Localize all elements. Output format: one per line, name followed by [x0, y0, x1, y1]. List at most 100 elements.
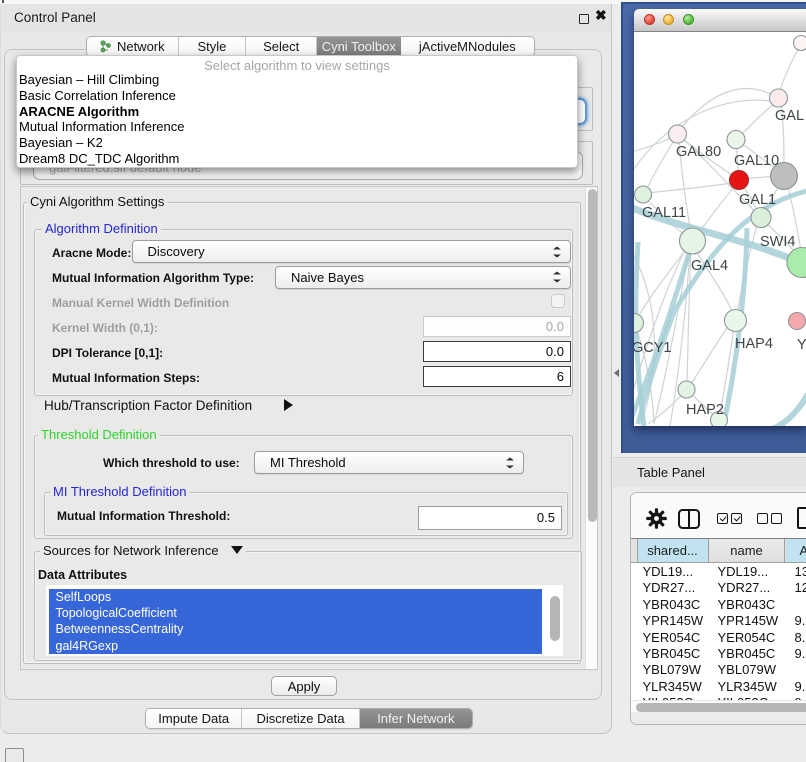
mi-type-combobox[interactable]: Naive Bayes — [275, 266, 571, 289]
attribute-list-item[interactable]: TopologicalCoefficient — [49, 605, 542, 621]
table-hscrollbar-thumb[interactable] — [636, 703, 806, 712]
table-cell[interactable]: YER054C — [643, 630, 709, 646]
network-node[interactable] — [770, 89, 788, 107]
table-cell[interactable]: YER054C — [718, 630, 784, 646]
table-row[interactable]: YLR345W YLR345W 9. — [631, 679, 806, 695]
panel-collapse-arrow-icon[interactable] — [614, 369, 619, 377]
network-node[interactable] — [635, 186, 652, 203]
mac-zoom-icon[interactable] — [683, 14, 694, 25]
column-header-name[interactable]: name — [710, 539, 785, 562]
mac-close-icon[interactable] — [644, 14, 655, 25]
dropdown-item[interactable]: Bayesian – Hill Climbing — [17, 72, 577, 88]
hub-definition-label[interactable]: Hub/Transcription Factor Definition — [44, 398, 252, 413]
kernel-width-field[interactable]: 0.0 — [423, 316, 571, 337]
network-node[interactable] — [634, 314, 644, 333]
corner-button[interactable] — [5, 748, 24, 762]
manual-kernel-checkbox[interactable] — [551, 294, 565, 308]
dropdown-item[interactable]: Mutual Information Inference — [17, 119, 577, 135]
dropdown-item[interactable]: Basic Correlation Inference — [17, 88, 577, 104]
float-window-icon[interactable] — [579, 14, 589, 24]
attribute-list-item[interactable]: BetweennessCentrality — [49, 621, 542, 637]
table-cell[interactable]: 9. — [795, 613, 806, 629]
dropdown-item[interactable]: Bayesian – K2 — [17, 135, 577, 151]
network-node[interactable] — [727, 131, 745, 149]
table-row[interactable]: YBL079W YBL079W — [631, 662, 806, 678]
mi-steps-field[interactable]: 6 — [423, 366, 571, 387]
dropdown-item[interactable]: Dream8 DC_TDC Algorithm — [17, 151, 577, 167]
settings-scrollbar-thumb[interactable] — [588, 189, 597, 522]
table-row[interactable]: YDL19... YDL19... 13 — [631, 564, 806, 580]
table-row[interactable]: YDR27... YDR27... 12 — [631, 580, 806, 596]
network-edge[interactable] — [645, 137, 676, 193]
column-header-third[interactable]: A — [786, 539, 806, 562]
table-cell[interactable]: YLR345W — [718, 679, 784, 695]
table-cell[interactable]: YDL19... — [718, 564, 784, 580]
table-cell[interactable]: 8. — [795, 630, 806, 646]
gear-icon[interactable] — [646, 508, 667, 529]
column-header-shared-name[interactable]: shared... — [637, 539, 709, 562]
checked-checkbox-icon[interactable] — [717, 513, 728, 524]
network-node[interactable] — [751, 208, 771, 228]
mac-minimize-icon[interactable] — [663, 14, 674, 25]
table-row[interactable]: YBR043C YBR043C — [631, 597, 806, 613]
tab-impute-data[interactable]: Impute Data — [146, 709, 242, 728]
tab-select[interactable]: Select — [246, 37, 317, 56]
table-hscrollbar-track[interactable] — [631, 700, 806, 712]
attribute-list-item[interactable]: gal4RGexp — [49, 638, 542, 654]
table-cell[interactable]: YBL079W — [718, 662, 784, 678]
network-edge-thick[interactable] — [638, 190, 806, 424]
table-cell[interactable]: YBR045C — [643, 646, 709, 662]
table-cell[interactable]: 9. — [795, 646, 806, 662]
table-cell[interactable]: YDR27... — [718, 580, 784, 596]
unchecked-checkbox-icon[interactable] — [771, 513, 782, 524]
aracne-mode-combobox[interactable]: Discovery — [132, 240, 571, 263]
network-node[interactable] — [678, 381, 695, 398]
table-row[interactable]: YER054C YER054C 8. — [631, 630, 806, 646]
dropdown-item[interactable]: ARACNE Algorithm — [17, 104, 577, 120]
table-cell[interactable]: 9. — [795, 679, 806, 695]
network-node[interactable] — [725, 310, 747, 332]
which-threshold-combobox[interactable]: MI Threshold — [254, 451, 524, 474]
network-node[interactable] — [794, 36, 806, 51]
table-cell[interactable]: 12 — [795, 580, 806, 596]
attribute-list-item[interactable]: SelfLoops — [49, 589, 542, 605]
tab-network[interactable]: Network — [87, 37, 179, 56]
table-cell[interactable]: YBR043C — [643, 597, 709, 613]
document-icon[interactable] — [797, 507, 806, 529]
tab-cyni-toolbox[interactable]: Cyni Toolbox — [317, 37, 401, 56]
table-cell[interactable]: YDL19... — [643, 564, 709, 580]
dpi-tolerance-field[interactable]: 0.0 — [423, 341, 571, 362]
data-attributes-list[interactable]: SelfLoopsTopologicalCoefficientBetweenne… — [46, 585, 563, 656]
table-cell[interactable]: YBL079W — [643, 662, 709, 678]
network-edge-thick[interactable] — [770, 394, 806, 426]
table-cell[interactable]: YDR27... — [643, 580, 709, 596]
network-edge[interactable] — [780, 45, 800, 90]
close-icon[interactable]: ✖ — [595, 7, 607, 24]
tab-infer-network[interactable]: Infer Network — [360, 709, 472, 728]
checked-checkbox-icon[interactable] — [731, 513, 742, 524]
table-cell[interactable]: 13 — [795, 564, 806, 580]
network-node[interactable] — [787, 248, 806, 278]
tab-jactivemnodules[interactable]: jActiveMNodules — [401, 37, 534, 56]
tab-discretize-data[interactable]: Discretize Data — [242, 709, 359, 728]
sources-group-title[interactable]: Sources for Network Inference — [40, 544, 246, 558]
network-node[interactable] — [730, 171, 749, 190]
tab-style[interactable]: Style — [179, 37, 247, 56]
network-canvas[interactable]: GALGAL80GAL10GAL1GAL11SWI4GAL4GCY1HAP4YH… — [634, 32, 806, 426]
expand-right-icon[interactable] — [284, 399, 293, 411]
table-cell[interactable]: YPR145W — [718, 613, 784, 629]
network-edge[interactable] — [646, 182, 737, 193]
table-row[interactable]: YPR145W YPR145W 9. — [631, 613, 806, 629]
mi-threshold-field[interactable]: 0.5 — [418, 506, 562, 530]
table-cell[interactable]: YLR345W — [643, 679, 709, 695]
network-node[interactable] — [669, 125, 687, 143]
table-row[interactable]: YBR045C YBR045C 9. — [631, 646, 806, 662]
table-cell[interactable]: YPR145W — [643, 613, 709, 629]
table-cell[interactable]: YBR043C — [718, 597, 784, 613]
table-cell[interactable]: YBR045C — [718, 646, 784, 662]
attributes-list-scrollbar[interactable] — [550, 596, 560, 641]
network-edge[interactable] — [691, 325, 729, 384]
network-node[interactable] — [680, 228, 706, 254]
settings-scrollbar-track[interactable] — [585, 188, 597, 669]
unchecked-checkbox-icon[interactable] — [757, 513, 768, 524]
